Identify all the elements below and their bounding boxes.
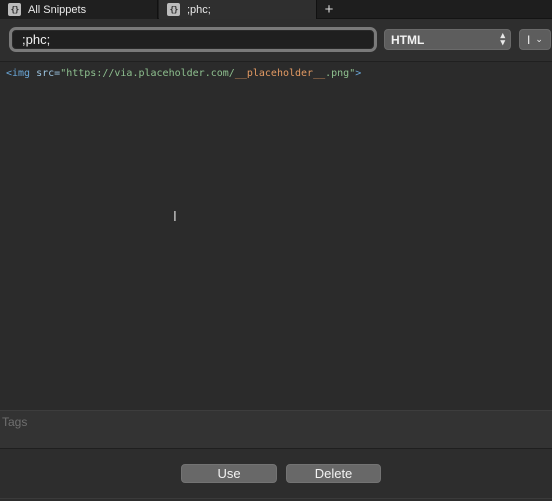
bottom-bar: Use Delete xyxy=(0,449,552,501)
tags-field[interactable] xyxy=(0,410,552,449)
code-line: <img src="https://via.placeholder.com/__… xyxy=(6,68,361,79)
tab-phc[interactable]: {} ;phc; xyxy=(159,0,317,19)
code-tag-open: <img xyxy=(6,68,31,79)
chevron-down-icon: ⌄ xyxy=(535,34,543,44)
braces-icon: {} xyxy=(167,3,180,16)
code-tag-close: > xyxy=(355,68,362,79)
use-button[interactable]: Use xyxy=(181,464,277,483)
code-placeholder: __placeholder__ xyxy=(234,68,326,79)
cursor-options-button[interactable]: I ⌄ xyxy=(519,29,551,50)
code-string-end: .png" xyxy=(325,68,356,79)
tab-label: ;phc; xyxy=(187,3,211,16)
snippet-title-field[interactable] xyxy=(9,27,377,52)
code-attr: src= xyxy=(30,68,61,79)
divider xyxy=(0,498,552,499)
new-tab-button[interactable]: + xyxy=(318,0,340,19)
language-select[interactable]: HTML ▴ ▾ xyxy=(384,29,511,50)
updown-chevron-icon: ▴ ▾ xyxy=(500,30,505,47)
tags-input[interactable] xyxy=(0,411,552,429)
toolbar: HTML ▴▾ I ⌄ xyxy=(0,19,552,62)
braces-icon: {} xyxy=(8,3,21,16)
code-editor[interactable]: <img src="https://via.placeholder.com/__… xyxy=(0,62,552,410)
ibeam-cursor-icon: I xyxy=(173,210,177,225)
tab-bar: {} All Snippets {} ;phc; + xyxy=(0,0,552,19)
language-value: HTML xyxy=(391,32,425,47)
tab-label: All Snippets xyxy=(28,3,87,16)
tab-all-snippets[interactable]: {} All Snippets xyxy=(0,0,158,19)
text-cursor-icon: I xyxy=(527,32,531,47)
snippet-title-input[interactable] xyxy=(12,30,374,49)
code-string-start: "https://via.placeholder.com/ xyxy=(60,68,235,79)
delete-button[interactable]: Delete xyxy=(286,464,381,483)
